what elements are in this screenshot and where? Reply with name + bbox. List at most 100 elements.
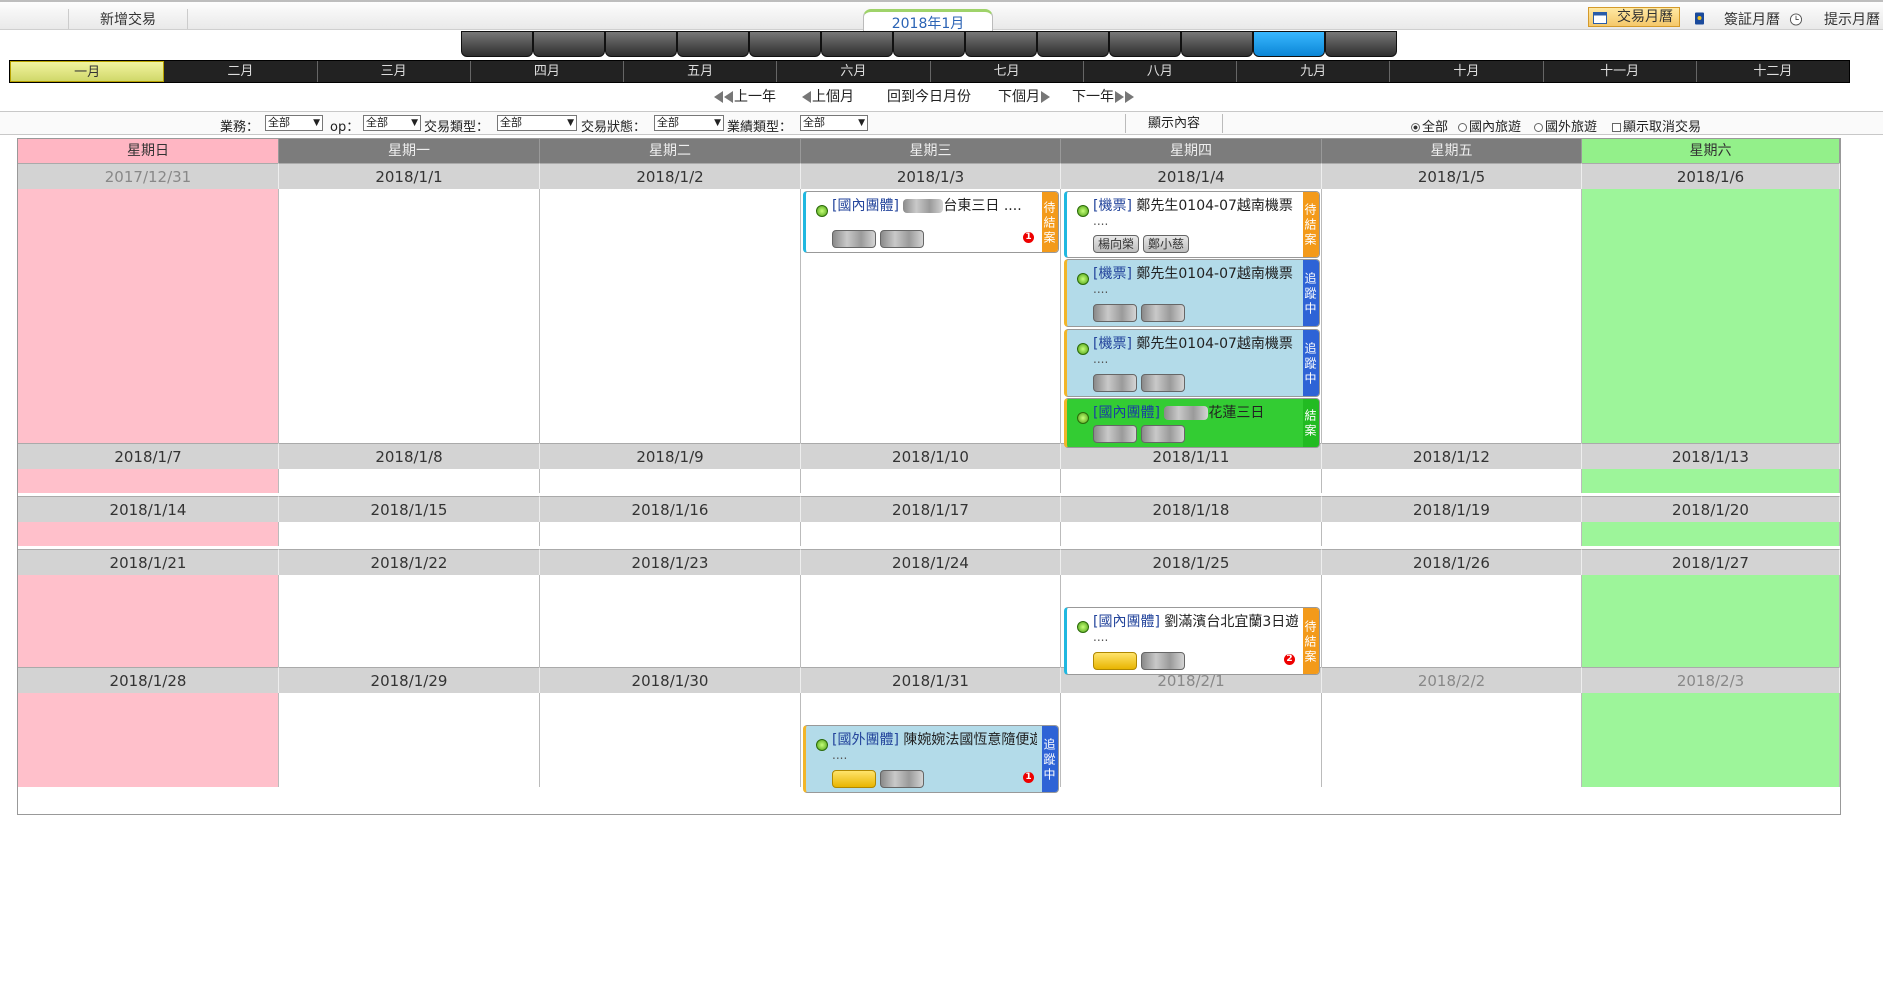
show-content-button[interactable]: 顯示內容 xyxy=(1125,114,1223,133)
day-cell[interactable] xyxy=(540,522,801,546)
date-header[interactable]: 2018/1/30 xyxy=(540,667,801,693)
radio-overseas[interactable]: 國外旅遊 xyxy=(1534,116,1597,135)
date-header[interactable]: 2018/1/18 xyxy=(1061,496,1322,522)
date-header[interactable]: 2018/1/31 xyxy=(801,667,1061,693)
event-card[interactable]: [國內團體] 劉滿濱台北宜蘭3日遊 .... 2 待結案 xyxy=(1064,607,1320,675)
month-tab-jan[interactable]: 一月 xyxy=(10,61,165,82)
pill-tab[interactable] xyxy=(965,31,1037,57)
tab-visa-calendar[interactable]: 簽証月曆 xyxy=(1690,9,1780,29)
show-cancelled-checkbox[interactable]: 顯示取消交易 xyxy=(1612,116,1701,135)
day-cell[interactable] xyxy=(279,575,540,669)
month-tab-sep[interactable]: 九月 xyxy=(1237,61,1391,82)
pill-tab[interactable] xyxy=(677,31,749,57)
date-header[interactable]: 2018/1/12 xyxy=(1322,443,1582,469)
staff-chip[interactable] xyxy=(1093,304,1137,322)
day-cell[interactable] xyxy=(1582,189,1840,443)
date-header[interactable]: 2018/2/2 xyxy=(1322,667,1582,693)
pill-tab[interactable] xyxy=(893,31,965,57)
tab-reminder-calendar[interactable]: 提示月曆 xyxy=(1787,9,1880,29)
event-card[interactable]: [機票] 鄭先生0104-07越南機票 .... 楊向榮 鄭小慈 待結案 xyxy=(1064,191,1320,258)
date-header[interactable]: 2018/1/8 xyxy=(279,443,540,469)
date-header[interactable]: 2018/1/24 xyxy=(801,549,1061,575)
pill-tab[interactable] xyxy=(461,31,533,57)
pill-tab[interactable] xyxy=(1325,31,1397,57)
day-cell[interactable] xyxy=(279,189,540,443)
date-header[interactable]: 2018/1/7 xyxy=(18,443,279,469)
staff-chip[interactable] xyxy=(832,230,876,248)
this-month-button[interactable]: 回到今日月份 xyxy=(887,86,971,106)
trade-status-select[interactable]: 全部 xyxy=(654,115,724,131)
date-header[interactable]: 2018/1/29 xyxy=(279,667,540,693)
date-header[interactable]: 2018/1/4 xyxy=(1061,163,1322,189)
day-cell[interactable] xyxy=(1582,575,1840,669)
radio-domestic[interactable]: 國內旅遊 xyxy=(1458,116,1521,135)
date-header[interactable]: 2018/1/13 xyxy=(1582,443,1840,469)
staff-chip[interactable] xyxy=(1141,652,1185,670)
event-card[interactable]: [國內團體] 花蓮三日 結案 xyxy=(1064,398,1320,448)
event-card[interactable]: [機票] 鄭先生0104-07越南機票 .... 追蹤中 xyxy=(1064,329,1320,397)
staff-chip[interactable] xyxy=(1093,374,1137,392)
day-cell[interactable] xyxy=(18,693,279,787)
date-header[interactable]: 2018/1/16 xyxy=(540,496,801,522)
new-trade-button[interactable]: 新增交易 xyxy=(68,9,188,29)
date-header[interactable]: 2018/1/3 xyxy=(801,163,1061,189)
day-cell[interactable] xyxy=(801,522,1061,546)
month-tab-nov[interactable]: 十一月 xyxy=(1543,61,1697,82)
perf-type-select[interactable]: 全部 xyxy=(800,115,868,131)
prev-month-button[interactable]: 上個月 xyxy=(802,86,854,106)
date-header[interactable]: 2018/1/5 xyxy=(1322,163,1582,189)
date-header[interactable]: 2018/1/23 xyxy=(540,549,801,575)
staff-chip[interactable] xyxy=(880,230,924,248)
day-cell[interactable] xyxy=(279,469,540,493)
staff-chip[interactable] xyxy=(1093,425,1137,443)
date-header[interactable]: 2018/1/28 xyxy=(18,667,279,693)
date-header[interactable]: 2018/1/14 xyxy=(18,496,279,522)
trade-type-select[interactable]: 全部 xyxy=(497,115,577,131)
month-tab-apr[interactable]: 四月 xyxy=(470,61,624,82)
day-cell[interactable] xyxy=(1322,469,1582,493)
staff-chip[interactable] xyxy=(832,770,876,788)
day-cell[interactable] xyxy=(540,189,801,443)
current-month-tab[interactable]: 2018年1月 xyxy=(863,9,993,32)
pill-tab[interactable] xyxy=(749,31,821,57)
pill-tab[interactable] xyxy=(821,31,893,57)
tab-trade-calendar[interactable]: 交易月曆 xyxy=(1588,7,1680,27)
next-month-button[interactable]: 下個月 xyxy=(998,86,1050,106)
staff-chip[interactable] xyxy=(1141,425,1185,443)
month-tab-aug[interactable]: 八月 xyxy=(1083,61,1237,82)
day-cell[interactable] xyxy=(801,469,1061,493)
date-header[interactable]: 2018/2/3 xyxy=(1582,667,1840,693)
staff-chip[interactable] xyxy=(880,770,924,788)
date-header[interactable]: 2018/1/25 xyxy=(1061,549,1322,575)
pill-tab[interactable] xyxy=(533,31,605,57)
business-select[interactable]: 全部 xyxy=(265,115,323,131)
day-cell[interactable] xyxy=(1061,469,1322,493)
day-cell[interactable] xyxy=(1061,693,1322,787)
date-header[interactable]: 2018/1/10 xyxy=(801,443,1061,469)
date-header[interactable]: 2018/1/1 xyxy=(279,163,540,189)
day-cell[interactable] xyxy=(1061,522,1322,546)
pill-tab[interactable] xyxy=(1037,31,1109,57)
day-cell[interactable] xyxy=(540,693,801,787)
next-year-button[interactable]: 下一年 xyxy=(1072,86,1134,106)
event-card[interactable]: [機票] 鄭先生0104-07越南機票 .... 追蹤中 xyxy=(1064,259,1320,327)
pill-tab[interactable] xyxy=(1109,31,1181,57)
month-tab-mar[interactable]: 三月 xyxy=(317,61,471,82)
day-cell[interactable] xyxy=(1322,693,1582,787)
date-header[interactable]: 2018/1/15 xyxy=(279,496,540,522)
radio-all[interactable]: 全部 xyxy=(1411,116,1448,135)
date-header[interactable]: 2018/1/19 xyxy=(1322,496,1582,522)
event-card[interactable]: [國內團體] 台東三日 .... 1 待結案 xyxy=(803,191,1059,253)
day-cell[interactable] xyxy=(1582,522,1840,546)
date-header[interactable]: 2018/1/6 xyxy=(1582,163,1840,189)
day-cell[interactable] xyxy=(1582,469,1840,493)
month-tab-jul[interactable]: 七月 xyxy=(930,61,1084,82)
staff-chip[interactable]: 鄭小慈 xyxy=(1143,235,1190,253)
month-tab-jun[interactable]: 六月 xyxy=(777,61,931,82)
month-tab-may[interactable]: 五月 xyxy=(624,61,778,82)
day-cell[interactable] xyxy=(279,693,540,787)
date-header[interactable]: 2018/1/9 xyxy=(540,443,801,469)
pill-tab[interactable] xyxy=(1181,31,1253,57)
date-header[interactable]: 2018/1/20 xyxy=(1582,496,1840,522)
date-header[interactable]: 2018/1/2 xyxy=(540,163,801,189)
